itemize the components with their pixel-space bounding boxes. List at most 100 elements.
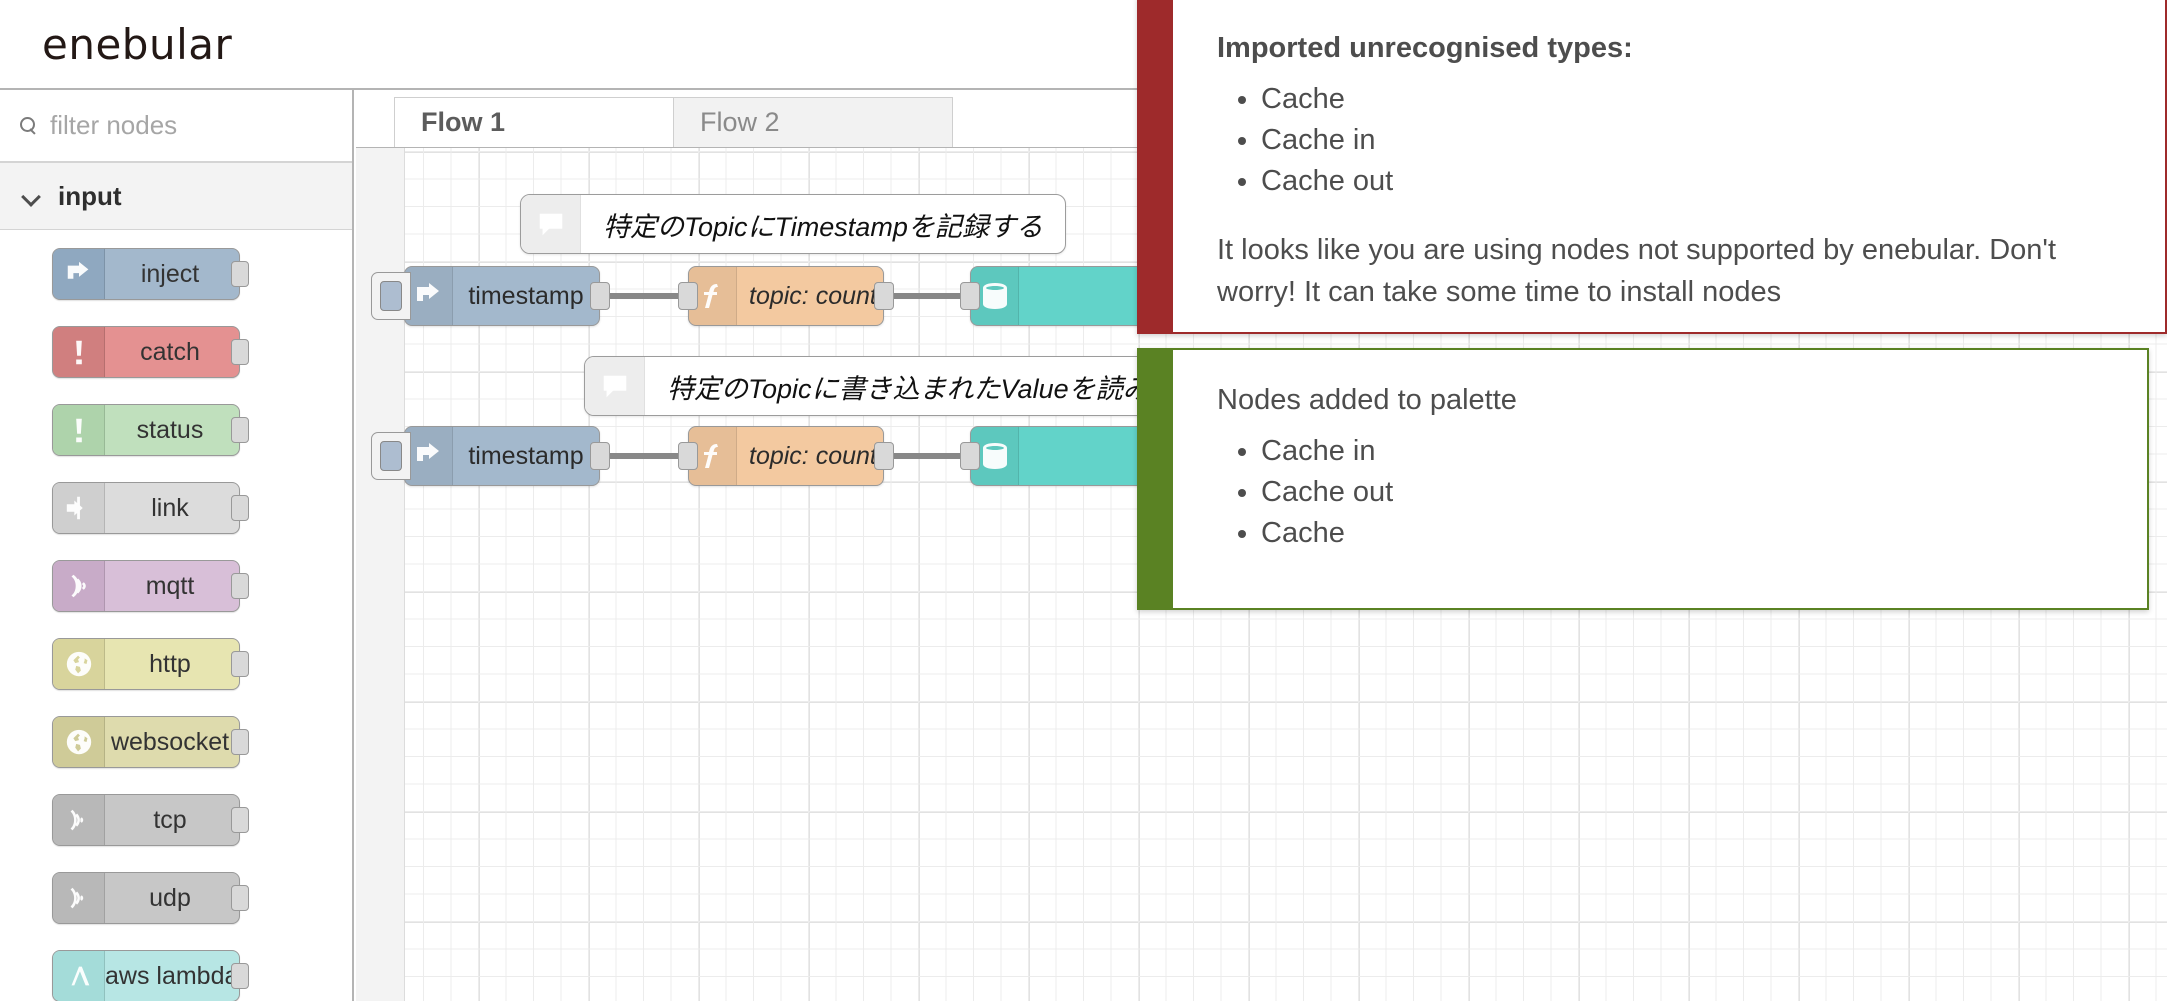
notification-list-item: Cache <box>1261 79 2121 120</box>
palette-node-port <box>231 807 249 833</box>
flow-wire[interactable] <box>600 453 688 459</box>
node-output-port[interactable] <box>874 282 894 310</box>
palette-node-port <box>231 651 249 677</box>
palette-node-mqtt[interactable]: mqtt <box>52 560 249 612</box>
exclamation-icon <box>53 405 105 455</box>
signal-icon <box>53 873 105 923</box>
palette-node-status[interactable]: status <box>52 404 249 456</box>
node-input-port[interactable] <box>678 282 698 310</box>
inject-trigger-button[interactable] <box>371 272 411 320</box>
palette-node-label: status <box>136 415 204 444</box>
palette-node-link[interactable]: link <box>52 482 249 534</box>
notification-body: Imported unrecognised types: CacheCache … <box>1173 0 2165 332</box>
search-input[interactable] <box>50 110 330 141</box>
palette-node-catch[interactable]: catch <box>52 326 249 378</box>
notification-error[interactable]: Imported unrecognised types: CacheCache … <box>1137 0 2167 334</box>
palette-search-row <box>0 90 352 162</box>
notification-body: Nodes added to palette Cache inCache out… <box>1173 350 2147 608</box>
tab-label: Flow 2 <box>700 107 780 137</box>
node-output-port[interactable] <box>874 442 894 470</box>
palette-node-label: link <box>151 493 189 522</box>
lambda-icon <box>53 951 105 1001</box>
palette-node-label: aws lambda <box>105 961 239 990</box>
notification-list: CacheCache inCache out <box>1217 79 2121 203</box>
palette-node-inject[interactable]: inject <box>52 248 249 300</box>
palette-node-label: websocket <box>110 727 230 756</box>
tab-flow-1[interactable]: Flow 1 <box>394 97 674 147</box>
flow-node-label: topic: count <box>749 441 877 470</box>
link-arrow-icon <box>53 483 105 533</box>
palette-node-websocket[interactable]: websocket <box>52 716 249 768</box>
palette-node-port <box>231 417 249 443</box>
inject-arrow-icon <box>405 267 453 325</box>
node-input-port[interactable] <box>678 442 698 470</box>
flow-wire[interactable] <box>884 293 970 299</box>
comment-node[interactable]: 特定のTopicに書き込まれたValueを読み出す <box>584 356 1227 416</box>
notification-list-item: Cache in <box>1261 431 2103 472</box>
tab-flow-2[interactable]: Flow 2 <box>673 97 953 147</box>
palette-node-port <box>231 573 249 599</box>
comment-node[interactable]: 特定のTopicにTimestampを記録する <box>520 194 1066 254</box>
flow-node-function[interactable]: topic: count <box>678 266 894 326</box>
search-icon <box>18 116 38 136</box>
palette-node-label: mqtt <box>145 571 195 600</box>
notification-success[interactable]: Nodes added to palette Cache inCache out… <box>1137 348 2149 610</box>
inject-arrow-icon <box>53 249 105 299</box>
palette-category-label: input <box>58 180 122 211</box>
flow-wire[interactable] <box>884 453 970 459</box>
palette-node-label: udp <box>149 883 191 912</box>
broadcast-icon <box>53 561 105 611</box>
palette-node-port <box>231 339 249 365</box>
notification-title: Nodes added to palette <box>1217 384 1517 416</box>
palette-node-port <box>231 729 249 755</box>
palette-node-list: inject catch status link mqtt http websocket tc… <box>0 230 352 1001</box>
inject-arrow-icon <box>405 427 453 485</box>
tab-label: Flow 1 <box>421 107 506 137</box>
brand-logo: enebular <box>42 19 233 69</box>
node-input-port[interactable] <box>960 282 980 310</box>
notification-message: It looks like you are using nodes not su… <box>1217 233 2057 309</box>
notification-list-item: Cache in <box>1261 120 2121 161</box>
globe-icon <box>53 639 105 689</box>
notification-title: Imported unrecognised types: <box>1217 32 1633 64</box>
flow-node-inject[interactable]: timestamp <box>371 426 610 486</box>
app-root: enebular input inject catch status link mqtt… <box>0 0 2167 1001</box>
flow-node-label: timestamp <box>468 281 584 310</box>
notification-list-item: Cache out <box>1261 161 2121 202</box>
palette-node-port <box>231 885 249 911</box>
palette-node-port <box>231 261 249 287</box>
flow-wire[interactable] <box>600 293 688 299</box>
signal-icon <box>53 795 105 845</box>
node-output-port[interactable] <box>590 282 610 310</box>
palette-node-port <box>231 963 249 989</box>
palette-node-aws-lambda[interactable]: aws lambda <box>52 950 249 1001</box>
palette-node-label: tcp <box>153 805 187 834</box>
palette-node-tcp[interactable]: tcp <box>52 794 249 846</box>
notification-accent-bar <box>1139 0 1173 332</box>
globe-icon <box>53 717 105 767</box>
notification-list: Cache inCache outCache <box>1217 431 2103 555</box>
chevron-down-icon <box>22 187 40 205</box>
palette-node-http[interactable]: http <box>52 638 249 690</box>
palette-node-label: inject <box>140 259 200 288</box>
flow-node-label: timestamp <box>468 441 584 470</box>
node-palette: input inject catch status link mqtt http webso… <box>0 90 354 1001</box>
exclamation-icon <box>53 327 105 377</box>
node-output-port[interactable] <box>590 442 610 470</box>
comment-bubble-icon <box>521 195 581 253</box>
flow-node-inject[interactable]: timestamp <box>371 266 610 326</box>
palette-node-udp[interactable]: udp <box>52 872 249 924</box>
comment-text: 特定のTopicにTimestampを記録する <box>603 211 1043 242</box>
node-input-port[interactable] <box>960 442 980 470</box>
flow-node-label: topic: count <box>749 281 877 310</box>
notification-list-item: Cache out <box>1261 472 2103 513</box>
palette-category-input[interactable]: input <box>0 162 352 230</box>
comment-bubble-icon <box>585 357 645 415</box>
palette-node-label: catch <box>140 337 200 366</box>
palette-node-label: http <box>149 649 191 678</box>
palette-node-port <box>231 495 249 521</box>
flow-node-function[interactable]: topic: count <box>678 426 894 486</box>
notification-list-item: Cache <box>1261 513 2103 554</box>
inject-trigger-button[interactable] <box>371 432 411 480</box>
notification-accent-bar <box>1139 350 1173 608</box>
